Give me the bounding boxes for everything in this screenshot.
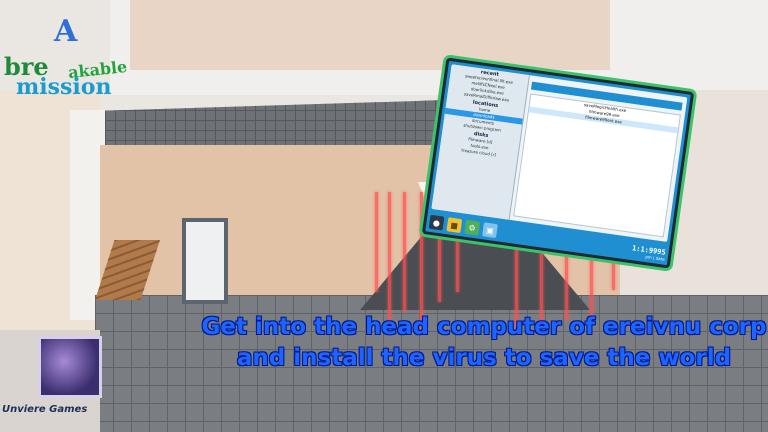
start-icon[interactable]: ● xyxy=(428,214,445,231)
door xyxy=(182,218,228,304)
laser-beam xyxy=(403,192,406,312)
hacking-tablet[interactable]: recent sweetscreenfinal.lllt.exe meliffs… xyxy=(421,57,695,269)
laser-beam xyxy=(375,192,378,292)
laser-beam xyxy=(388,192,391,322)
laser-beam xyxy=(420,192,423,332)
mission-objective-text: Get into the head computer of ereivnu co… xyxy=(201,314,767,371)
taskbar-clock: 1:1:9995 pm | date xyxy=(631,244,667,262)
studio-name: Unviere Games xyxy=(2,404,88,415)
settings-icon[interactable]: ⚙ xyxy=(464,219,481,236)
title-part-mission: mission xyxy=(16,74,112,100)
file-list: saveMagicHealth.exe filmware99.exe filmw… xyxy=(513,93,681,238)
game-title-logo: A bre akable mission xyxy=(2,14,152,114)
upper-wall-beige xyxy=(130,0,610,70)
folder-icon[interactable]: ■ xyxy=(446,217,463,234)
app-icon[interactable]: ▣ xyxy=(482,222,498,239)
title-part-a: A xyxy=(54,14,78,49)
studio-logo xyxy=(30,336,118,398)
studio-logo-mark xyxy=(38,336,102,398)
